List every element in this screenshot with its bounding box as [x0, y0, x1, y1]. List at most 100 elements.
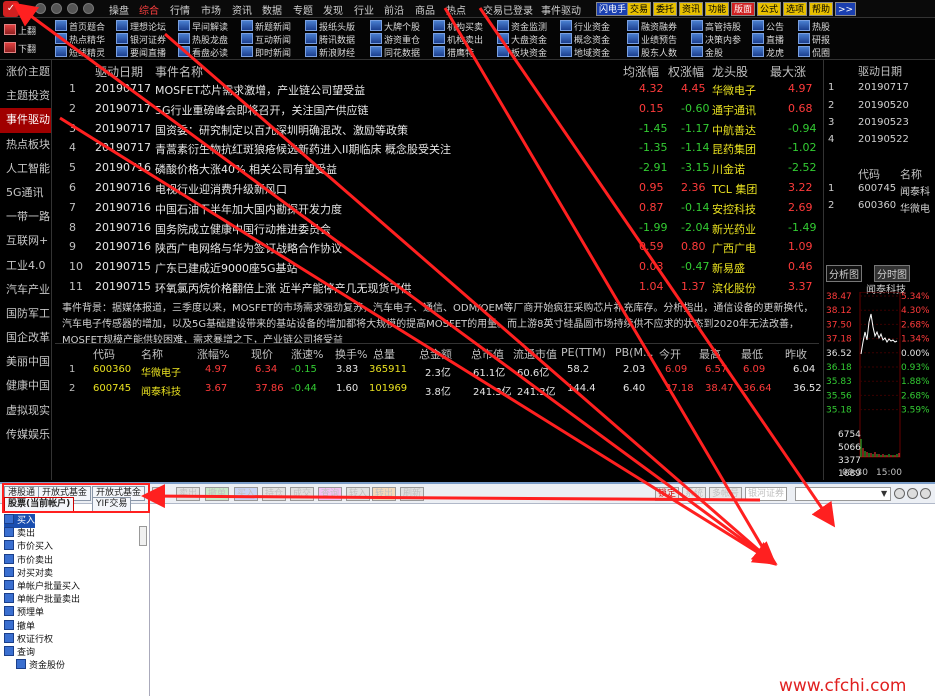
toolbar-link[interactable]: 资金监测 — [497, 20, 547, 34]
app-logo-icon[interactable]: ✓ — [3, 1, 19, 17]
menu-item-shuju[interactable]: 数据 — [262, 2, 282, 17]
event-date[interactable]: 20190715 — [95, 280, 151, 293]
menu-item-hangye[interactable]: 行业 — [354, 2, 374, 17]
toolbar-link[interactable]: 侃圈 — [798, 46, 830, 60]
event-leader-stock[interactable]: 安控科技 — [712, 201, 756, 217]
event-date[interactable]: 20190715 — [95, 260, 151, 273]
sidebar-item[interactable]: 传媒娱乐 — [0, 423, 51, 447]
menu-item-event-drive[interactable]: 事件驱动 — [541, 2, 581, 17]
toolbar-link[interactable]: 猎鹰特 — [433, 46, 474, 60]
toolbar-link[interactable]: 概念资金 — [560, 33, 610, 47]
right-header-code[interactable]: 代码 — [858, 166, 880, 182]
toolbar-link[interactable]: 研报 — [798, 33, 830, 47]
event-name[interactable]: 国资委：研究制定以百九深圳明确混改、激励等政策 — [155, 122, 408, 138]
sidebar-item[interactable]: 国企改革 — [0, 326, 51, 350]
trade-toolbar-button[interactable]: 持仓 — [262, 487, 287, 501]
trade-toolbar-button[interactable]: 刷新 — [400, 487, 425, 501]
toolbar-link[interactable]: 地域资金 — [560, 46, 610, 60]
event-date[interactable]: 20190717 — [95, 102, 151, 115]
stock-col-header[interactable]: 最低 — [741, 346, 763, 362]
sidebar-item[interactable]: 健康中国 — [0, 374, 51, 398]
tag-weituo[interactable]: 委托 — [653, 2, 678, 16]
toolbar-link[interactable]: 决策内参 — [691, 33, 741, 47]
stock-cell-name[interactable]: 华微电子 — [141, 364, 181, 379]
toolbar-link[interactable]: 金股 — [691, 46, 723, 60]
event-name[interactable]: MOSFET芯片需求激增，产业链公司望受益 — [155, 82, 365, 98]
event-name[interactable]: 环氧氯丙烷价格翻倍上涨 近半产能停产几无现货可供 — [155, 280, 412, 296]
event-leader-stock[interactable]: 新光药业 — [712, 221, 756, 237]
right-date[interactable]: 20190520 — [858, 100, 909, 111]
stock-col-header[interactable]: 总金额 — [419, 346, 452, 362]
minimize-icon[interactable] — [894, 488, 905, 499]
tab-yif-trade[interactable]: YIF交易 — [92, 497, 132, 512]
tag-shandianshou[interactable]: 闪电手 — [596, 2, 630, 16]
toolbar-link[interactable]: 股东人数 — [627, 46, 677, 60]
tab-stock-current-account[interactable]: 股票(当前帐户) — [4, 497, 75, 512]
event-date[interactable]: 20190717 — [95, 141, 151, 154]
event-leader-stock[interactable]: 新易盛 — [712, 260, 745, 276]
trade-toolbar-button[interactable]: « — [152, 487, 164, 501]
stock-col-header[interactable]: 换手% — [335, 346, 367, 362]
menu-item-shichang[interactable]: 市场 — [201, 2, 221, 17]
tag-gongneng[interactable]: 功能 — [705, 2, 730, 16]
right-code[interactable]: 600745 — [858, 183, 896, 194]
sidebar-item[interactable]: 国防军工 — [0, 302, 51, 326]
trade-toolbar-button[interactable]: 成交 — [290, 487, 315, 501]
page-down-button[interactable]: 下翻 — [4, 42, 36, 56]
stock-col-header[interactable]: 昨收 — [785, 346, 807, 362]
sidebar-item[interactable]: 一带一路 — [0, 205, 51, 229]
event-leader-stock[interactable]: 昆药集团 — [712, 141, 756, 157]
close-icon[interactable] — [920, 488, 931, 499]
sidebar-item[interactable]: 虚拟现实 — [0, 399, 51, 423]
tag-banmian[interactable]: 版面 — [731, 2, 756, 16]
menu-item-hangqing[interactable]: 行情 — [170, 2, 190, 17]
toolbar-link[interactable]: 行业资金 — [560, 20, 610, 34]
sidebar-item[interactable]: 互联网+ — [0, 229, 51, 253]
trade-toolbar-button[interactable]: 撤单 — [205, 487, 230, 501]
tag-gongshi[interactable]: 公式 — [757, 2, 782, 16]
trade-toolbar-button[interactable]: 转入 — [346, 487, 371, 501]
menu-item-zonghe[interactable]: 综合 — [139, 2, 159, 17]
stock-cell-code[interactable]: 600360 — [93, 364, 131, 375]
event-name[interactable]: 国务院成立健康中国行动推进委员会 — [155, 221, 331, 237]
toolbar-link[interactable]: 业绩预告 — [627, 33, 677, 47]
event-name[interactable]: 5G行业重磅峰会即将召开，关注国产供应链 — [155, 102, 369, 118]
right-name[interactable]: 华微电 — [900, 200, 930, 215]
right-header-name[interactable]: 名称 — [900, 166, 922, 182]
sidebar-item[interactable]: 美丽中国 — [0, 350, 51, 374]
event-name[interactable]: 磷酸价格大涨40% 相关公司有望受益 — [155, 161, 337, 177]
tree-item[interactable]: 单帐户批量卖出 — [4, 593, 80, 607]
toolbar-link[interactable]: 热股 — [798, 20, 830, 34]
menu-item-caopan[interactable]: 操盘 — [109, 2, 129, 17]
trade-toolbar-button[interactable]: 买入 — [234, 487, 259, 501]
toolbar-link[interactable]: 公告 — [752, 20, 784, 34]
toolbar-link[interactable]: 热股龙盘 — [178, 33, 228, 47]
toolbar-link[interactable]: 新题新闻 — [241, 20, 291, 34]
toolbar-link[interactable]: 机构卖出 — [433, 33, 483, 47]
tree-item[interactable]: 单帐户批量买入 — [4, 580, 80, 594]
toolbar-link[interactable]: 机构买卖 — [433, 20, 483, 34]
event-date[interactable]: 20190716 — [95, 201, 151, 214]
toolbar-link[interactable]: 银河证券 — [116, 33, 166, 47]
nav-refresh-icon[interactable] — [67, 3, 78, 14]
toolbar-link[interactable]: 热点精华 — [55, 33, 105, 47]
toolbar-link[interactable]: 理想论坛 — [116, 20, 166, 34]
login-status[interactable]: 交易已登录 — [483, 2, 533, 17]
nav-forward-icon[interactable] — [51, 3, 62, 14]
event-leader-stock[interactable]: 滨化股份 — [712, 280, 756, 296]
toolbar-link[interactable]: 看盘必读 — [178, 46, 228, 60]
event-leader-stock[interactable]: 通宇通讯 — [712, 102, 756, 118]
lock-button[interactable]: 锁定 — [655, 487, 680, 501]
event-date[interactable]: 20190717 — [95, 122, 151, 135]
menu-item-shangpin[interactable]: 商品 — [415, 2, 435, 17]
intraday-mini-chart[interactable]: 38.47 5.34% 38.12 4.30% 37.50 2.68% 37.18 1.34%… — [824, 292, 935, 478]
col-header-avg[interactable]: 均涨幅 — [623, 63, 659, 80]
toolbar-link[interactable]: 即时新闻 — [241, 46, 291, 60]
event-date[interactable]: 20190717 — [95, 82, 151, 95]
event-leader-stock[interactable]: 广西广电 — [712, 240, 756, 256]
toolbar-link[interactable]: 同花数据 — [370, 46, 420, 60]
tree-item[interactable]: 资金股份 — [16, 659, 65, 673]
tree-item[interactable]: 卖出 — [4, 527, 35, 541]
toolbar-link[interactable]: 大盘资金 — [497, 33, 547, 47]
menu-item-zhuanti[interactable]: 专题 — [293, 2, 313, 17]
